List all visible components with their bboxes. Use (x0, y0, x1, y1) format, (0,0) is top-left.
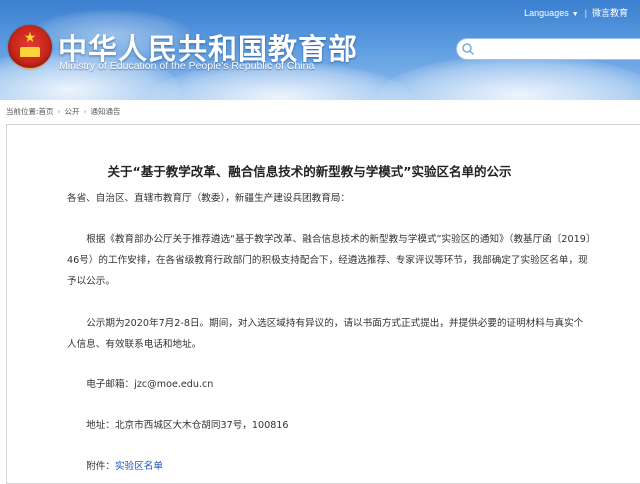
breadcrumb-home[interactable]: 首页 (39, 107, 54, 116)
breadcrumb-prefix: 当前位置: (6, 107, 39, 116)
languages-dropdown[interactable]: Languages (524, 8, 569, 18)
salutation: 各省、自治区、直辖市教育厅（教委），新疆生产建设兵团教育局： (67, 193, 351, 204)
contact-address: 地址：北京市西城区大木仓胡同37号，100816 (86, 420, 289, 431)
contact-email: 电子邮箱：jzc@moe.edu.cn (86, 379, 214, 390)
top-links: Languages ▼ | 微言教育 (524, 6, 628, 19)
site-header: ★ 中华人民共和国教育部 Ministry of Education of th… (0, 0, 640, 100)
article-title: 关于“基于教学改革、融合信息技术的新型教与学模式”实验区名单的公示 (107, 164, 512, 179)
search-input[interactable] (467, 41, 611, 59)
national-emblem-icon[interactable]: ★ (8, 25, 52, 69)
search-box[interactable] (456, 38, 640, 60)
breadcrumb-separator-icon: › (57, 107, 61, 116)
breadcrumb: 当前位置:首页 › 公开 › 通知通告 (6, 106, 121, 120)
weibo-link[interactable]: 微言教育 (592, 8, 628, 18)
attachment-line: 附件：实验区名单 (67, 456, 611, 477)
cloud-decoration (380, 55, 640, 100)
breadcrumb-public[interactable]: 公开 (65, 107, 80, 116)
chevron-down-icon: ▼ (571, 11, 579, 18)
site-subtitle: Ministry of Education of the People's Re… (59, 60, 315, 72)
breadcrumb-notices[interactable]: 通知通告 (91, 107, 121, 116)
attachment-link[interactable]: 实验区名单 (115, 461, 163, 472)
article-panel: 关于“基于教学改革、融合信息技术的新型教与学模式”实验区名单的公示 各省、自治区… (6, 124, 640, 484)
breadcrumb-separator-icon: › (83, 107, 87, 116)
divider: | (584, 8, 587, 18)
attachment-label: 附件： (86, 461, 115, 472)
body-paragraph: 公示期为2020年7月2-8日。期间，对入选区域持有异议的，请以书面方式正式提出… (67, 318, 584, 350)
body-paragraph: 根据《教育部办公厅关于推荐遴选“基于教学改革、融合信息技术的新型教与学模式”实验… (67, 234, 591, 287)
